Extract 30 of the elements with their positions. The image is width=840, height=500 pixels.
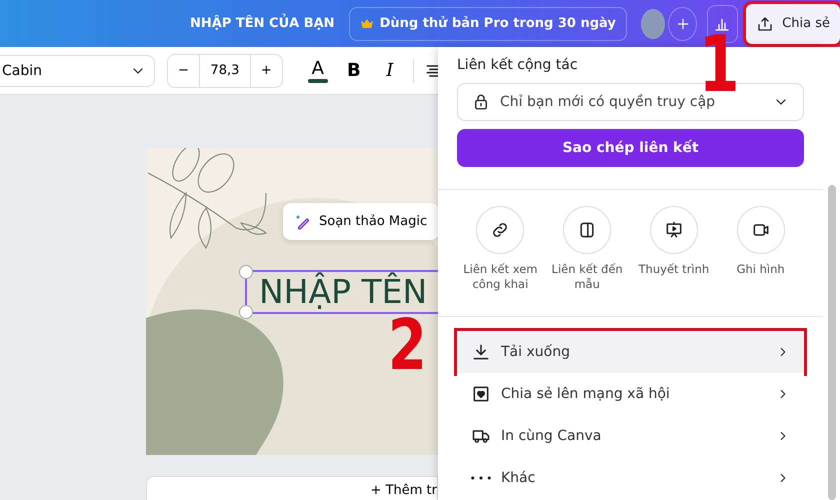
avatar[interactable] xyxy=(640,8,666,38)
design-title[interactable]: NHẬP TÊN CỦA BẠN xyxy=(190,16,335,31)
pro-trial-button[interactable]: Dùng thử bản Pro trong 30 ngày xyxy=(348,6,627,40)
increase-size-button[interactable]: + xyxy=(250,54,282,86)
add-page-button[interactable]: + Thêm tr xyxy=(146,476,438,500)
share-button[interactable]: Chia sẻ xyxy=(746,4,840,44)
font-size-field[interactable]: 78,3 xyxy=(198,54,251,86)
share-option[interactable]: Liên kết xem công khai xyxy=(457,206,544,294)
font-size-control[interactable]: − 78,3 + xyxy=(167,54,283,88)
share-icon xyxy=(756,14,774,32)
font-dropdown[interactable]: Cabin xyxy=(0,54,155,86)
text-color-button[interactable]: A xyxy=(304,58,331,83)
crown-icon xyxy=(360,16,374,30)
more-icon xyxy=(471,476,491,480)
decrease-size-button[interactable]: − xyxy=(168,54,199,86)
magic-write-button[interactable]: Soạn thảo Magic xyxy=(283,203,440,240)
share-option[interactable]: Liên kết đến mẫu xyxy=(544,206,630,294)
bold-button[interactable]: B xyxy=(340,60,367,81)
presentation-icon xyxy=(664,220,684,240)
share-option[interactable]: Ghi hình xyxy=(717,206,804,294)
lock-icon xyxy=(472,93,490,111)
heart-square-icon xyxy=(471,384,491,404)
italic-button[interactable]: I xyxy=(376,60,403,81)
copy-link-button[interactable]: Sao chép liên kết xyxy=(457,129,804,167)
collab-link-heading: Liên kết cộng tác xyxy=(457,57,579,73)
share-option[interactable]: Thuyết trình xyxy=(630,206,718,294)
download-icon xyxy=(471,342,491,362)
share-menu-item[interactable]: Tải xuống xyxy=(457,331,804,373)
scrollbar-thumb[interactable] xyxy=(828,185,836,500)
add-collaborator-button[interactable] xyxy=(668,6,697,40)
